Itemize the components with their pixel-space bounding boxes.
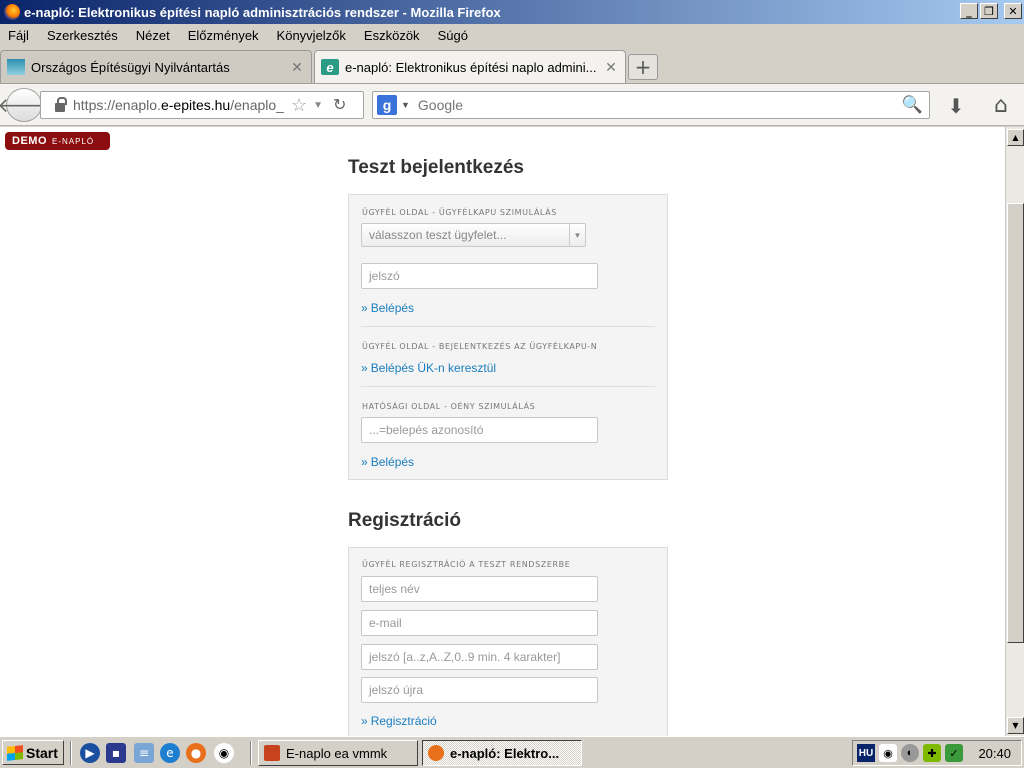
scroll-thumb[interactable] [1007, 203, 1024, 643]
divider [361, 386, 655, 387]
demo-badge: DEMO E-NAPLÓ [5, 132, 110, 150]
menu-help[interactable]: Súgó [430, 28, 478, 43]
minimize-button[interactable]: _ [960, 3, 978, 19]
vertical-scrollbar[interactable]: ▲ ▼ [1005, 127, 1024, 736]
tab-strip: Országos Építésügyi Nyilvántartás ✕ e e-… [0, 48, 1024, 84]
bookmark-star-icon[interactable]: ☆ [291, 95, 307, 116]
window-titlebar: e-napló: Elektronikus építési napló admi… [0, 0, 1024, 24]
tab-enaplo[interactable]: e e-napló: Elektronikus építési naplo ad… [314, 50, 626, 83]
language-indicator[interactable]: HU [857, 744, 875, 762]
menu-edit[interactable]: Szerkesztés [39, 28, 128, 43]
divider [361, 326, 655, 327]
scroll-up-button[interactable]: ▲ [1007, 129, 1024, 146]
menu-history[interactable]: Előzmények [180, 28, 269, 43]
tab-oeny[interactable]: Országos Építésügyi Nyilvántartás ✕ [0, 50, 312, 83]
google-icon[interactable]: g [377, 95, 397, 115]
search-icon[interactable]: 🔍 [902, 95, 923, 115]
taskbar: Start ▶ ▪ ≡ e ● ◉ E-naplo ea vmmk e-napl… [0, 736, 1024, 768]
fullname-field[interactable]: teljes név [361, 576, 598, 602]
login-panel: Ügyfél oldal - ügyfélkapu szimulálás vál… [348, 194, 668, 480]
client-real-label: Ügyfél oldal - bejelentkezés az ügyfélka… [362, 342, 598, 351]
navigation-bar: 🡐 https://enaplo.e-epites.hu/enaplo_ ☆ ▼… [0, 84, 1024, 126]
firefox-icon[interactable]: ● [186, 743, 206, 763]
menu-view[interactable]: Nézet [128, 28, 180, 43]
menu-tools[interactable]: Eszközök [356, 28, 430, 43]
search-bar[interactable]: g ▼ 🔍 [372, 91, 930, 119]
task-firefox-enaplo[interactable]: e-napló: Elektro... [422, 740, 582, 766]
registration-label: Ügyfél regisztráció a teszt rendszerbe [362, 560, 571, 569]
email-field[interactable]: e-mail [361, 610, 598, 636]
download-icon[interactable]: ⬇ [944, 94, 968, 118]
window-title: e-napló: Elektronikus építési napló admi… [24, 4, 501, 20]
authority-label: Hatósági oldal - OÉNY szimulálás [362, 402, 536, 411]
client-select[interactable]: válasszon teszt ügyfelet... ▼ [361, 223, 586, 247]
system-tray: HU ◉ ◐ ✚ ✓ 20:40 [852, 740, 1022, 766]
speaker-icon[interactable]: ◐ [901, 744, 919, 762]
new-tab-button[interactable]: + [628, 54, 658, 80]
firefox-icon [4, 4, 20, 20]
separator [70, 741, 72, 765]
windows-logo-icon [7, 744, 23, 761]
lock-icon [55, 96, 67, 112]
tab-label: e-napló: Elektronikus építési naplo admi… [345, 59, 597, 75]
enaplo-favicon-icon: e [321, 59, 339, 75]
notepad-icon[interactable]: ≡ [134, 743, 154, 763]
save-disk-icon[interactable]: ▪ [106, 743, 126, 763]
powerpoint-icon [264, 745, 280, 761]
url-dropdown-icon[interactable]: ▼ [313, 100, 323, 111]
search-input[interactable] [417, 97, 898, 113]
chevron-down-icon: ▼ [569, 224, 585, 246]
back-button[interactable]: 🡐 [0, 88, 51, 122]
client-sim-label: Ügyfél oldal - ügyfélkapu szimulálás [362, 208, 557, 217]
authority-id-field[interactable]: ...=belepés azonosító [361, 417, 598, 443]
task-enaplo-ea[interactable]: E-naplo ea vmmk [258, 740, 418, 766]
media-player-icon[interactable]: ▶ [80, 743, 100, 763]
registration-panel: Ügyfél regisztráció a teszt rendszerbe t… [348, 547, 668, 736]
internet-explorer-icon[interactable]: e [160, 743, 180, 763]
network-icon[interactable]: ✚ [923, 744, 941, 762]
window-controls: _ ❐ ✕ [960, 3, 1022, 19]
firefox-icon [428, 745, 444, 761]
password-field[interactable]: jelszó [361, 263, 598, 289]
login-link[interactable]: » Belépés [361, 301, 414, 315]
maximize-button[interactable]: ❐ [980, 3, 998, 19]
uk-login-link[interactable]: » Belépés ÜK-n keresztül [361, 361, 496, 375]
login-title: Teszt bejelentkezés [348, 157, 525, 178]
home-icon[interactable]: ⌂ [988, 93, 1014, 119]
tab-close-icon[interactable]: ✕ [603, 59, 619, 76]
clock: 20:40 [978, 745, 1011, 761]
url-text: https://enaplo.e-epites.hu/enaplo_ [73, 97, 284, 113]
panda-tray-icon[interactable]: ◉ [879, 744, 897, 762]
close-button[interactable]: ✕ [1004, 3, 1022, 19]
start-button[interactable]: Start [2, 740, 64, 765]
menu-bar: Fájl Szerkesztés Nézet Előzmények Könyvj… [0, 24, 1024, 46]
reg-password-field[interactable]: jelszó [a..z,A..Z,0..9 min. 4 karakter] [361, 644, 598, 670]
authority-login-link[interactable]: » Belépés [361, 455, 414, 469]
panda-icon[interactable]: ◉ [214, 743, 234, 763]
registration-title: Regisztráció [348, 510, 461, 531]
menu-file[interactable]: Fájl [0, 28, 39, 43]
tab-label: Országos Építésügyi Nyilvántartás [31, 59, 230, 75]
separator [250, 741, 252, 765]
register-link[interactable]: » Regisztráció [361, 714, 437, 728]
reload-icon[interactable]: ↻ [333, 95, 346, 115]
address-bar[interactable]: https://enaplo.e-epites.hu/enaplo_ ☆ ▼ ↻ [40, 91, 364, 119]
search-engine-dropdown-icon[interactable]: ▼ [401, 100, 410, 110]
oeny-favicon-icon [7, 59, 25, 75]
scroll-down-button[interactable]: ▼ [1007, 717, 1024, 734]
reg-password-again-field[interactable]: jelszó újra [361, 677, 598, 703]
page-content: DEMO E-NAPLÓ Teszt bejelentkezés Ügyfél … [0, 127, 1005, 736]
tab-close-icon[interactable]: ✕ [289, 59, 305, 76]
menu-bookmarks[interactable]: Könyvjelzők [269, 28, 356, 43]
security-icon[interactable]: ✓ [945, 744, 963, 762]
